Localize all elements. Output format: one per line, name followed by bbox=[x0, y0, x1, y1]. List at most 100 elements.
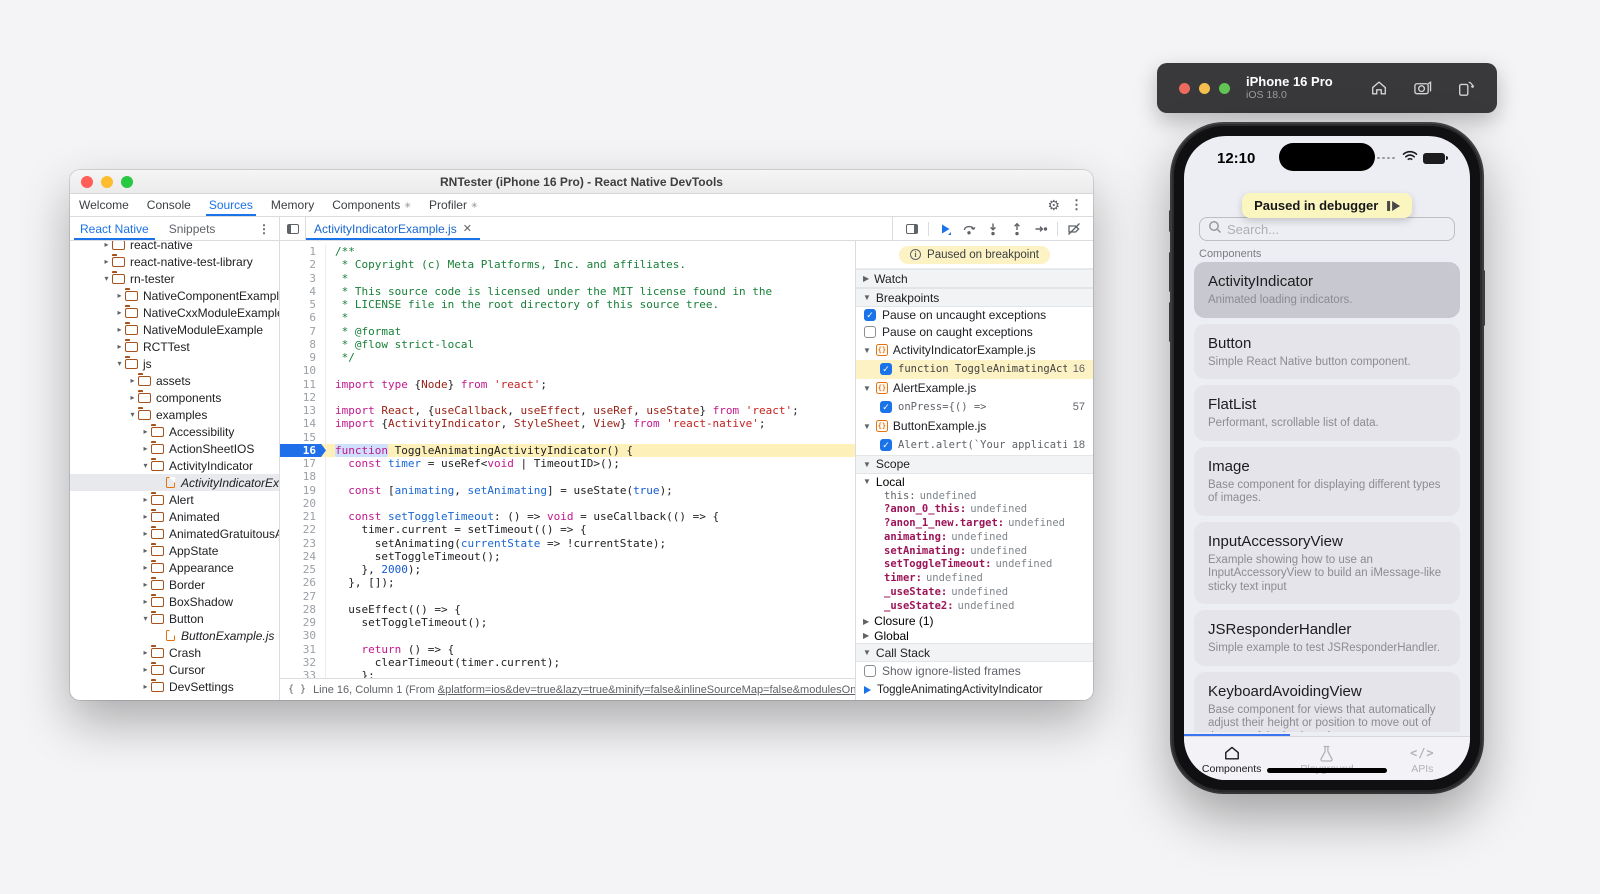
line-number[interactable]: 24 bbox=[280, 550, 326, 563]
sidebar-item-border[interactable]: ▸Border bbox=[70, 576, 279, 593]
breakpoint-entry[interactable]: ✓onPress={() =>57 bbox=[856, 398, 1093, 417]
tab-sources[interactable]: Sources bbox=[200, 194, 262, 216]
line-number[interactable]: 26 bbox=[280, 576, 326, 589]
breakpoint-file-alertexample-js[interactable]: ▼{}AlertExample.js bbox=[856, 379, 1093, 398]
component-card-image[interactable]: ImageBase component for displaying diffe… bbox=[1194, 447, 1460, 516]
code-area[interactable]: 1/**2 * Copyright (c) Meta Platforms, In… bbox=[280, 241, 856, 678]
line-number[interactable]: 4 bbox=[280, 285, 326, 298]
more-options-icon[interactable]: ⋮ bbox=[1070, 197, 1083, 213]
pause-caught-row[interactable]: Pause on caught exceptions bbox=[856, 324, 1093, 341]
toggle-navigator-icon[interactable] bbox=[280, 217, 306, 240]
scope-variable[interactable]: ?anon_1_new.target:undefined bbox=[856, 517, 1093, 531]
line-number[interactable]: 20 bbox=[280, 497, 326, 510]
scope-variable[interactable]: _useState2:undefined bbox=[856, 600, 1093, 614]
line-number[interactable]: 23 bbox=[280, 537, 326, 550]
line-number[interactable]: 11 bbox=[280, 378, 326, 391]
minimize-button[interactable] bbox=[1199, 83, 1210, 94]
scope-section-header[interactable]: ▼Scope bbox=[856, 455, 1093, 474]
phone-tab-playground[interactable]: Playground bbox=[1279, 737, 1374, 780]
sidebar-item-nativecxxmoduleexample[interactable]: ▸NativeCxxModuleExample bbox=[70, 304, 279, 321]
checkbox-unchecked[interactable] bbox=[864, 665, 876, 677]
line-number[interactable]: 29 bbox=[280, 616, 326, 629]
checkbox-unchecked[interactable] bbox=[864, 326, 876, 338]
component-card-flatlist[interactable]: FlatListPerformant, scrollable list of d… bbox=[1194, 385, 1460, 441]
scope-global-row[interactable]: ▶Global bbox=[856, 629, 1093, 644]
checkbox-checked[interactable]: ✓ bbox=[880, 401, 892, 413]
sidebar-item-activityindicator[interactable]: ▾ActivityIndicator bbox=[70, 457, 279, 474]
sidebar-item-js[interactable]: ▾js bbox=[70, 355, 279, 372]
line-number[interactable]: 6 bbox=[280, 311, 326, 324]
navigator-tab-snippets[interactable]: Snippets bbox=[159, 217, 226, 240]
step-into-icon[interactable] bbox=[982, 219, 1004, 239]
tab-welcome[interactable]: Welcome bbox=[70, 194, 138, 216]
component-card-keyboardavoidingview[interactable]: KeyboardAvoidingViewBase component for v… bbox=[1194, 672, 1460, 733]
line-number[interactable]: 10 bbox=[280, 364, 326, 377]
scope-variable[interactable]: setToggleTimeout:undefined bbox=[856, 558, 1093, 572]
line-number[interactable]: 30 bbox=[280, 629, 326, 642]
sidebar-item-devsettings[interactable]: ▸DevSettings bbox=[70, 678, 279, 695]
phone-tab-apis[interactable]: </>APIs bbox=[1375, 737, 1470, 780]
component-card-activityindicator[interactable]: ActivityIndicatorAnimated loading indica… bbox=[1194, 262, 1460, 318]
scope-variable[interactable]: setAnimating:undefined bbox=[856, 545, 1093, 559]
sidebar-item-activityindicatorexample-js[interactable]: ActivityIndicatorExample.js bbox=[70, 474, 279, 491]
zoom-button[interactable] bbox=[1219, 83, 1230, 94]
navigator-more-icon[interactable]: ⋮ bbox=[258, 217, 279, 240]
line-number[interactable]: 9 bbox=[280, 351, 326, 364]
tab-profiler[interactable]: Profiler✳ bbox=[420, 194, 487, 216]
pause-uncaught-row[interactable]: ✓ Pause on uncaught exceptions bbox=[856, 307, 1093, 324]
open-file-tab[interactable]: ActivityIndicatorExample.js ✕ bbox=[306, 217, 480, 240]
close-tab-icon[interactable]: ✕ bbox=[463, 222, 472, 235]
checkbox-checked[interactable]: ✓ bbox=[864, 309, 876, 321]
line-number[interactable]: 14 bbox=[280, 417, 326, 430]
scope-closure-row[interactable]: ▶Closure (1) bbox=[856, 614, 1093, 629]
line-number[interactable]: 8 bbox=[280, 338, 326, 351]
line-number[interactable]: 5 bbox=[280, 298, 326, 311]
scope-variable[interactable]: ?anon_0_this:undefined bbox=[856, 503, 1093, 517]
breakpoint-entry[interactable]: ✓Alert.alert(`Your application…18 bbox=[856, 436, 1093, 455]
sidebar-item-cursor[interactable]: ▸Cursor bbox=[70, 661, 279, 678]
breakpoints-section-header[interactable]: ▼Breakpoints bbox=[856, 288, 1093, 307]
sidebar-item-crash[interactable]: ▸Crash bbox=[70, 644, 279, 661]
sidebar-item-assets[interactable]: ▸assets bbox=[70, 372, 279, 389]
rotate-device-icon[interactable] bbox=[1457, 79, 1475, 97]
breakpoint-file-activityindicatorexample-js[interactable]: ▼{}ActivityIndicatorExample.js bbox=[856, 341, 1093, 360]
sidebar-item-react-native[interactable]: ▸react-native bbox=[70, 241, 279, 253]
source-url-link[interactable]: &platform=ios&dev=true&lazy=true&minify=… bbox=[438, 684, 856, 696]
line-number[interactable]: 3 bbox=[280, 272, 326, 285]
settings-gear-icon[interactable]: ⚙ bbox=[1047, 198, 1060, 212]
home-indicator[interactable] bbox=[1267, 768, 1387, 773]
sidebar-item-nativemoduleexample[interactable]: ▸NativeModuleExample bbox=[70, 321, 279, 338]
callstack-section-header[interactable]: ▼Call Stack bbox=[856, 643, 1093, 662]
component-card-jsresponderhandler[interactable]: JSResponderHandlerSimple example to test… bbox=[1194, 610, 1460, 666]
line-number[interactable]: 16 bbox=[280, 444, 326, 457]
tab-console[interactable]: Console bbox=[138, 194, 200, 216]
line-number[interactable]: 1 bbox=[280, 245, 326, 258]
toggle-debugger-sidebar-icon[interactable] bbox=[901, 219, 923, 239]
sidebar-item-react-native-test-library[interactable]: ▸react-native-test-library bbox=[70, 253, 279, 270]
breakpoint-file-buttonexample-js[interactable]: ▼{}ButtonExample.js bbox=[856, 417, 1093, 436]
sidebar-item-animatedgratuitousapp[interactable]: ▸AnimatedGratuitousApp bbox=[70, 525, 279, 542]
step-icon[interactable] bbox=[1030, 219, 1052, 239]
line-number[interactable]: 15 bbox=[280, 431, 326, 444]
resume-script-icon[interactable] bbox=[934, 219, 956, 239]
line-number[interactable]: 25 bbox=[280, 563, 326, 576]
resume-play-icon[interactable] bbox=[1387, 201, 1400, 211]
sidebar-item-nativecomponentexample-j[interactable]: ▸NativeComponentExample/j bbox=[70, 287, 279, 304]
scope-variable[interactable]: animating:undefined bbox=[856, 531, 1093, 545]
navigator-tab-react-native[interactable]: React Native bbox=[70, 217, 159, 240]
watch-section-header[interactable]: ▶Watch bbox=[856, 269, 1093, 288]
sidebar-item-components[interactable]: ▸components bbox=[70, 389, 279, 406]
sidebar-item-actionsheetios[interactable]: ▸ActionSheetIOS bbox=[70, 440, 279, 457]
line-number[interactable]: 21 bbox=[280, 510, 326, 523]
search-field[interactable] bbox=[1199, 217, 1455, 241]
sidebar-item-button[interactable]: ▾Button bbox=[70, 610, 279, 627]
step-out-icon[interactable] bbox=[1006, 219, 1028, 239]
tab-memory[interactable]: Memory bbox=[262, 194, 323, 216]
line-number[interactable]: 22 bbox=[280, 523, 326, 536]
scope-local-row[interactable]: ▼Local bbox=[856, 474, 1093, 490]
sidebar-item-examples[interactable]: ▾examples bbox=[70, 406, 279, 423]
line-number[interactable]: 27 bbox=[280, 590, 326, 603]
line-number[interactable]: 7 bbox=[280, 325, 326, 338]
sidebar-item-animated[interactable]: ▸Animated bbox=[70, 508, 279, 525]
line-number[interactable]: 32 bbox=[280, 656, 326, 669]
